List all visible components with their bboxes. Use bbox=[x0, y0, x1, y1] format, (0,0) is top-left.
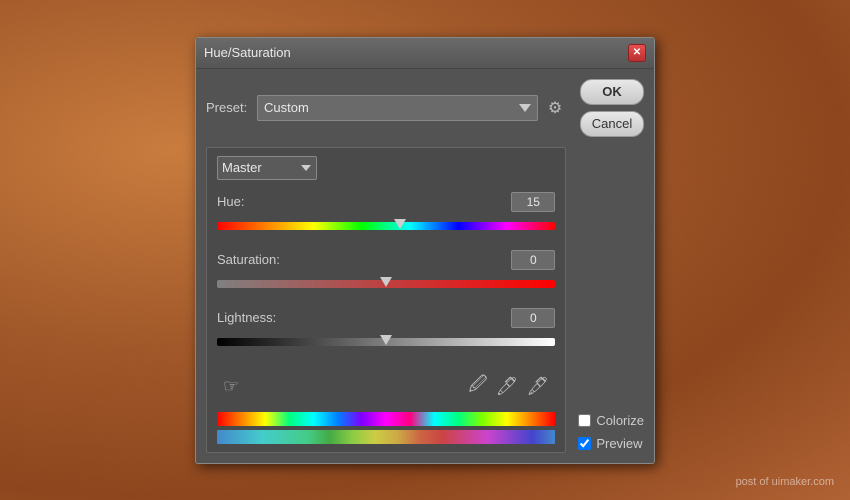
colorize-label: Colorize bbox=[596, 413, 644, 428]
ok-button[interactable]: OK bbox=[580, 79, 644, 105]
lightness-thumb[interactable] bbox=[380, 335, 392, 349]
settings-icon[interactable]: ⚙ bbox=[544, 97, 566, 119]
saturation-slider-row: Saturation: bbox=[217, 250, 555, 294]
saturation-value-input[interactable] bbox=[511, 250, 555, 270]
cancel-button[interactable]: Cancel bbox=[580, 111, 644, 137]
lightness-track-container bbox=[217, 332, 555, 352]
eyedropper-plus-icon[interactable]: 🖊 bbox=[492, 376, 523, 397]
hue-thumb[interactable] bbox=[394, 219, 406, 233]
bottom-icons: ☞ 🖉 🖊 🖋 bbox=[217, 366, 555, 406]
saturation-thumb[interactable] bbox=[380, 277, 392, 291]
lightness-label: Lightness: bbox=[217, 310, 276, 325]
close-button[interactable]: ✕ bbox=[628, 44, 646, 62]
saturation-header: Saturation: bbox=[217, 250, 555, 270]
adjusted-spectrum-bar bbox=[217, 430, 555, 444]
color-bars bbox=[217, 412, 555, 444]
right-buttons: OK Cancel bbox=[580, 79, 644, 137]
hue-header: Hue: bbox=[217, 192, 555, 212]
preview-label: Preview bbox=[596, 436, 642, 451]
saturation-label: Saturation: bbox=[217, 252, 280, 267]
colorize-row[interactable]: Colorize bbox=[578, 413, 644, 428]
lightness-header: Lightness: bbox=[217, 308, 555, 328]
preset-select[interactable]: Custom Default Cyanotype Increase Contra… bbox=[257, 95, 538, 121]
channel-row: Master Reds Yellows Greens Cyans Blues M… bbox=[217, 156, 555, 180]
hue-label: Hue: bbox=[217, 194, 244, 209]
eyedropper-minus-icon[interactable]: 🖋 bbox=[522, 376, 553, 397]
watermark: post of uimaker.com bbox=[736, 476, 834, 488]
preview-row[interactable]: Preview bbox=[578, 436, 644, 451]
lightness-slider-row: Lightness: bbox=[217, 308, 555, 352]
right-options: Colorize Preview bbox=[566, 147, 644, 453]
dialog-body: Preset: Custom Default Cyanotype Increas… bbox=[196, 69, 654, 463]
preset-row: Preset: Custom Default Cyanotype Increas… bbox=[206, 79, 644, 137]
preview-checkbox[interactable] bbox=[578, 437, 591, 450]
hue-track bbox=[217, 222, 555, 230]
left-panel: Master Reds Yellows Greens Cyans Blues M… bbox=[206, 147, 566, 453]
hue-slider-row: Hue: bbox=[217, 192, 555, 236]
hue-value-input[interactable] bbox=[511, 192, 555, 212]
channel-select[interactable]: Master Reds Yellows Greens Cyans Blues M… bbox=[217, 156, 317, 180]
hue-saturation-dialog: Hue/Saturation ✕ Preset: Custom Default … bbox=[195, 37, 655, 464]
hue-spectrum-bar bbox=[217, 412, 555, 426]
lightness-value-input[interactable] bbox=[511, 308, 555, 328]
dialog-titlebar: Hue/Saturation ✕ bbox=[196, 38, 654, 69]
preset-label: Preset: bbox=[206, 100, 251, 115]
lightness-track bbox=[217, 338, 555, 346]
saturation-track-container bbox=[217, 274, 555, 294]
hand-tool-icon[interactable]: ☞ bbox=[219, 376, 243, 397]
eyedropper-icon[interactable]: 🖉 bbox=[464, 372, 491, 402]
saturation-track bbox=[217, 280, 555, 288]
dialog-title: Hue/Saturation bbox=[204, 45, 291, 60]
main-content: Master Reds Yellows Greens Cyans Blues M… bbox=[206, 147, 644, 453]
colorize-checkbox[interactable] bbox=[578, 414, 591, 427]
hue-track-container bbox=[217, 216, 555, 236]
